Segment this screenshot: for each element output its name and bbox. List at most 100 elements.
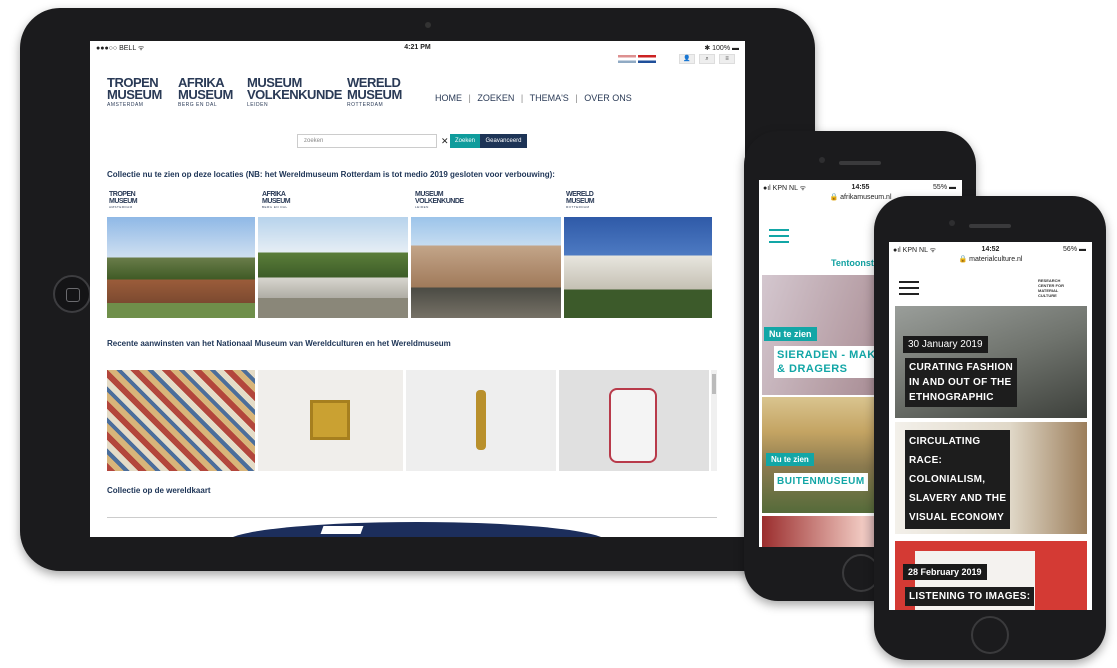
- phone2-screen: ●ıl KPN NL ᯤ 14:52 56% ▬ 🔒 materialcultu…: [889, 242, 1092, 610]
- gold-object: [476, 390, 486, 450]
- nav-separator: |: [520, 93, 524, 103]
- logo-wereldmuseum[interactable]: WERELD MUSEUM ROTTERDAM: [347, 76, 402, 109]
- location-logo-afrikamuseum[interactable]: AFRIKA MUSEUM BERG EN DAL: [262, 191, 291, 210]
- phone-home-button[interactable]: [971, 616, 1009, 654]
- logo-city: ROTTERDAM: [566, 205, 590, 209]
- flag-nl-icon[interactable]: [638, 55, 656, 63]
- url-bar[interactable]: 🔒 materialculture.nl: [889, 255, 1092, 263]
- logo-afrikamuseum[interactable]: AFRIKA MUSEUM BERG EN DAL: [178, 76, 233, 109]
- map-heading: Collectie op de wereldkaart: [107, 486, 211, 495]
- ipad-camera: [425, 22, 431, 28]
- ipad-device: ●●●○○ BELL ᯤ 4:21 PM ✱ 100% ▬ 👤 ⌕ ≡ TROP…: [20, 8, 815, 571]
- logo-city: AMSTERDAM: [107, 102, 144, 108]
- logo-city: BERG EN DAL: [262, 205, 288, 209]
- acquisition-gold-ornament-image[interactable]: [406, 370, 556, 471]
- acquisition-garment-image[interactable]: [559, 370, 709, 471]
- nav-themas[interactable]: THEMA'S: [530, 93, 569, 103]
- phone-camera: [949, 220, 955, 226]
- scrollbar-thumb[interactable]: [712, 374, 716, 394]
- title-line: ETHNOGRAPHIC: [909, 392, 994, 403]
- logo-line: MUSEUM: [262, 198, 291, 205]
- title-line: COLONIALISM,: [909, 474, 986, 485]
- event-title: LISTENING TO IMAGES:: [905, 587, 1035, 606]
- clock: 14:52: [981, 246, 1000, 253]
- user-icon[interactable]: 👤: [679, 54, 695, 64]
- location-photo-museum-volkenkunde[interactable]: [411, 217, 561, 318]
- hamburger-menu-icon[interactable]: [769, 229, 789, 243]
- battery-indicator: 56% ▬: [1063, 246, 1086, 253]
- logo-line: TROPEN: [109, 191, 136, 198]
- hamburger-menu-icon[interactable]: [899, 281, 919, 295]
- title-line: CURATING FASHION: [909, 362, 1014, 373]
- search-input[interactable]: zoeken: [297, 134, 437, 148]
- nav-over-ons[interactable]: OVER ONS: [584, 93, 632, 103]
- main-nav: HOME | ZOEKEN | THEMA'S | OVER ONS: [435, 93, 636, 103]
- globe-image: [227, 522, 607, 537]
- logo-line: WERELD: [566, 191, 594, 198]
- language-flags[interactable]: [618, 55, 658, 63]
- search-button[interactable]: Zoeken: [450, 134, 480, 148]
- clear-icon[interactable]: ✕: [441, 135, 449, 147]
- acquisition-gold-plate-image[interactable]: [258, 370, 403, 471]
- logo-line: MUSEUM: [107, 87, 162, 102]
- location-photo-wereldmuseum[interactable]: [564, 217, 712, 318]
- phone-speaker: [839, 161, 881, 165]
- carousel-scrollbar[interactable]: [711, 370, 717, 471]
- now-showing-tag: Nu te zien: [766, 453, 814, 466]
- event-card[interactable]: 28 February 2019 LISTENING TO IMAGES:: [895, 541, 1087, 610]
- event-title: CIRCULATING RACE: COLONIALISM, SLAVERY A…: [905, 430, 1011, 529]
- exhibition-title: BUITENMUSEUM: [774, 473, 868, 491]
- title-line: SLAVERY AND THE: [909, 493, 1007, 504]
- clock: 4:21 PM: [404, 44, 431, 51]
- event-title: CURATING FASHION IN AND OUT OF THE ETHNO…: [905, 358, 1018, 407]
- event-date: 28 February 2019: [903, 564, 987, 580]
- logo-city: AMSTERDAM: [109, 205, 133, 209]
- nav-separator: |: [575, 93, 578, 103]
- ipad-screen: ●●●○○ BELL ᯤ 4:21 PM ✱ 100% ▬ 👤 ⌕ ≡ TROP…: [90, 41, 745, 537]
- acquisition-textile-image[interactable]: [107, 370, 255, 471]
- phone-speaker: [969, 224, 1011, 228]
- search-icon[interactable]: ⌕: [699, 54, 715, 64]
- clock: 14:55: [851, 184, 870, 191]
- menu-icon[interactable]: ≡: [719, 54, 735, 64]
- nav-home[interactable]: HOME: [435, 93, 462, 103]
- location-logo-museum-volkenkunde[interactable]: MUSEUM VOLKENKUNDE LEIDEN: [415, 191, 464, 210]
- event-date: 30 January 2019: [903, 336, 988, 353]
- logo-line: MUSEUM: [178, 87, 233, 102]
- logo-city: BERG EN DAL: [178, 102, 218, 108]
- title-line: CIRCULATING: [909, 436, 981, 447]
- ipad-home-button[interactable]: [53, 275, 91, 313]
- logo-city: LEIDEN: [247, 102, 269, 108]
- logo-line: VOLKENKUNDE: [247, 87, 342, 102]
- logo-line: MUSEUM: [566, 198, 595, 205]
- location-photo-afrikamuseum[interactable]: [258, 217, 408, 318]
- battery-indicator: ✱ 100% ▬: [704, 45, 739, 52]
- logo-line: MUSEUM: [347, 87, 402, 102]
- top-icons: 👤 ⌕ ≡: [679, 54, 735, 64]
- title-line: & DRAGERS: [777, 363, 848, 375]
- research-center-logo[interactable]: RESEARCH CENTER FOR MATERIAL CULTURE: [1038, 278, 1064, 298]
- now-showing-tag: Nu te zien: [764, 327, 817, 341]
- location-logo-tropenmuseum[interactable]: TROPEN MUSEUM AMSTERDAM: [109, 191, 138, 210]
- battery-indicator: 55% ▬: [933, 184, 956, 191]
- location-photo-tropenmuseum[interactable]: [107, 217, 255, 318]
- event-card[interactable]: 30 January 2019 CURATING FASHION IN AND …: [895, 306, 1087, 418]
- logo-museum-volkenkunde[interactable]: MUSEUM VOLKENKUNDE LEIDEN: [247, 76, 342, 109]
- logo-line: MUSEUM: [109, 198, 138, 205]
- event-card[interactable]: CIRCULATING RACE: COLONIALISM, SLAVERY A…: [895, 422, 1087, 534]
- advanced-search-button[interactable]: Geavanceerd: [480, 134, 527, 148]
- world-map[interactable]: [107, 518, 717, 537]
- phone-materialculture: ●ıl KPN NL ᯤ 14:52 56% ▬ 🔒 materialcultu…: [874, 196, 1106, 660]
- logo-line: MUSEUM: [415, 191, 444, 198]
- ipad-status-bar: ●●●○○ BELL ᯤ 4:21 PM ✱ 100% ▬: [90, 41, 745, 55]
- title-line: IN AND OUT OF THE: [909, 377, 1012, 388]
- title-line: VISUAL ECONOMY: [909, 512, 1005, 523]
- logo-line: AFRIKA: [262, 191, 286, 198]
- logo-tropenmuseum[interactable]: TROPEN MUSEUM AMSTERDAM: [107, 76, 162, 109]
- logo-line: CULTURE: [1038, 293, 1057, 298]
- location-logo-wereldmuseum[interactable]: WERELD MUSEUM ROTTERDAM: [566, 191, 595, 210]
- nav-zoeken[interactable]: ZOEKEN: [477, 93, 514, 103]
- phone2-status-bar: ●ıl KPN NL ᯤ 14:52 56% ▬ 🔒 materialcultu…: [889, 242, 1092, 264]
- flag-en-icon[interactable]: [618, 55, 636, 63]
- title-line: RACE:: [909, 455, 943, 466]
